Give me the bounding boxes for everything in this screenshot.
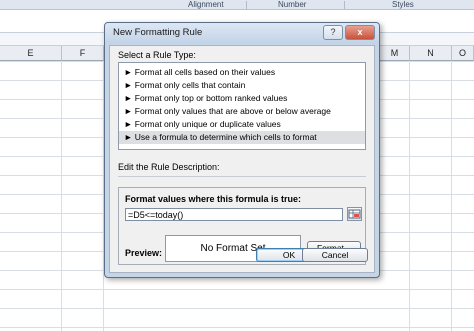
cancel-button[interactable]: Cancel: [302, 248, 368, 262]
new-formatting-rule-dialog: New Formatting Rule ? x Select a Rule Ty…: [104, 22, 380, 278]
dialog-titlebar[interactable]: New Formatting Rule ? x: [105, 23, 379, 43]
column-header-n[interactable]: N: [410, 46, 452, 61]
edit-description-label: Edit the Rule Description:: [118, 162, 220, 172]
formula-label: Format values where this formula is true…: [125, 194, 302, 204]
rule-type-item[interactable]: ► Format only cells that contain: [119, 79, 365, 92]
range-picker-icon: [348, 209, 361, 219]
column-header-o[interactable]: O: [452, 46, 474, 61]
grid-column-line: [451, 61, 452, 331]
rule-type-item[interactable]: ► Format only unique or duplicate values: [119, 118, 365, 131]
section-divider: [118, 176, 366, 177]
grid-column-line: [409, 61, 410, 331]
dialog-title: New Formatting Rule: [113, 27, 203, 38]
rule-type-item[interactable]: ► Format only values that are above or b…: [119, 105, 365, 118]
ribbon-separator: [344, 1, 345, 9]
formula-input[interactable]: [125, 208, 343, 221]
close-button[interactable]: x: [345, 25, 375, 40]
rule-type-item-selected[interactable]: ► Use a formula to determine which cells…: [119, 131, 365, 144]
rule-type-list[interactable]: ► Format all cells based on their values…: [118, 62, 366, 150]
help-button[interactable]: ?: [323, 25, 343, 40]
column-header-e[interactable]: E: [0, 46, 62, 61]
grid-column-line: [61, 61, 62, 331]
rule-type-item[interactable]: ► Format only top or bottom ranked value…: [119, 92, 365, 105]
range-picker-button[interactable]: [347, 207, 362, 221]
preview-label: Preview:: [125, 248, 163, 258]
column-header-m[interactable]: M: [380, 46, 410, 61]
dialog-client-area: Select a Rule Type: ► Format all cells b…: [109, 45, 375, 273]
ribbon-group-styles: Styles: [392, 0, 414, 9]
rule-type-item[interactable]: ► Format all cells based on their values: [119, 66, 365, 79]
select-rule-type-label: Select a Rule Type:: [118, 50, 196, 60]
ribbon-group-alignment: Alignment: [188, 0, 224, 9]
ribbon-group-number: Number: [278, 0, 307, 9]
column-header-f[interactable]: F: [62, 46, 104, 61]
ribbon-group-labels: Alignment Number Styles: [0, 0, 474, 10]
ribbon-separator: [246, 1, 247, 9]
